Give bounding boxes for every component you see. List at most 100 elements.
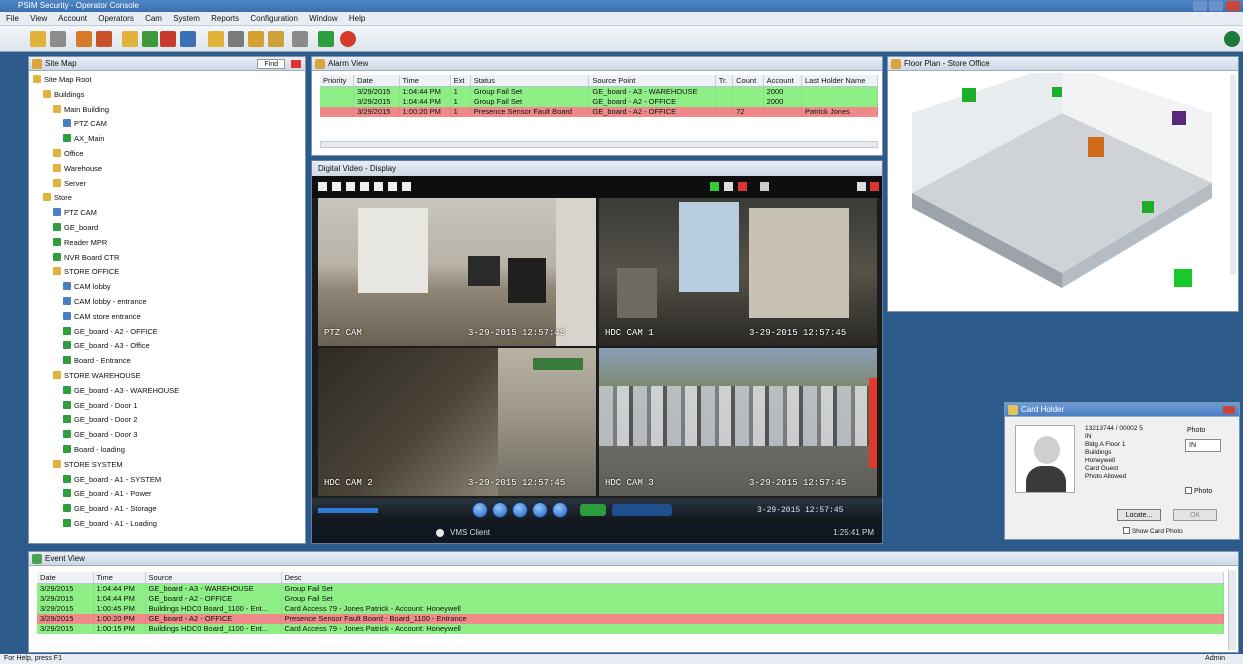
toolbar-stop-icon[interactable]: [340, 31, 356, 47]
layout-5-icon[interactable]: [374, 182, 383, 191]
ok-button[interactable]: OK: [1173, 509, 1217, 521]
toolbar-door-icon[interactable]: [96, 31, 112, 47]
layout-6-icon[interactable]: [388, 182, 397, 191]
tree-node[interactable]: GE_board - Door 1: [63, 400, 137, 411]
toolbar-list-icon[interactable]: [268, 31, 284, 47]
column-header[interactable]: Desc: [281, 572, 1224, 584]
toolbar-alarm-icon[interactable]: [160, 31, 176, 47]
column-header[interactable]: Source Point: [588, 75, 716, 87]
tree-node[interactable]: Site Map Root: [33, 75, 92, 85]
column-header[interactable]: Time: [93, 572, 146, 584]
column-header[interactable]: Account: [763, 75, 802, 87]
tree-node[interactable]: Warehouse: [53, 163, 102, 174]
tree-node[interactable]: STORE WAREHOUSE: [53, 371, 141, 381]
photo-checkbox[interactable]: Photo: [1185, 487, 1212, 495]
tree-node[interactable]: CAM lobby - entrance: [63, 297, 147, 307]
camera-tile-2[interactable]: HDC CAM 1 3-29-2015 12:57:45: [599, 198, 877, 346]
tree-node[interactable]: GE_board - A1 - SYSTEM: [63, 474, 161, 485]
step-forward-button[interactable]: [532, 502, 548, 518]
toolbar-users-icon[interactable]: [76, 31, 92, 47]
camera-tile-1[interactable]: PTZ CAM 3-29-2015 12:57:45: [318, 198, 596, 346]
tree-node[interactable]: GE_board - A1 - Storage: [63, 504, 157, 514]
toolbar-card-icon[interactable]: [208, 31, 224, 47]
tree-node[interactable]: GE_board: [53, 223, 98, 233]
step-back-button[interactable]: [492, 502, 508, 518]
tree-node[interactable]: GE_board - A3 - Office: [63, 341, 150, 351]
camera-tile-4[interactable]: HDC CAM 3 3-29-2015 12:57:45: [599, 348, 877, 496]
menu-configuration[interactable]: Configuration: [250, 14, 298, 23]
tree-node[interactable]: GE_board - Door 3: [63, 430, 137, 440]
fast-forward-button[interactable]: [552, 502, 568, 518]
tree-node[interactable]: Server: [53, 178, 86, 189]
live-button[interactable]: [580, 504, 606, 516]
toolbar-map-icon[interactable]: [142, 31, 158, 47]
alarm-video-icon[interactable]: [738, 182, 747, 191]
layout-2-icon[interactable]: [332, 182, 341, 191]
menu-window[interactable]: Window: [309, 14, 337, 23]
tree-node[interactable]: GE_board - A2 - OFFICE: [63, 326, 158, 337]
column-header[interactable]: Last Holder Name: [801, 75, 879, 87]
table-row[interactable]: 3/29/2015 1:04:44 PM 1 Group Fail Set GE_boa…: [320, 96, 879, 107]
column-header[interactable]: Source: [145, 572, 282, 584]
layout-4-icon[interactable]: [360, 182, 369, 191]
table-row[interactable]: 3/29/2015 1:04:44 PM GE_board - A2 - OFFIC…: [37, 593, 1224, 604]
tree-node[interactable]: CAM lobby: [63, 282, 111, 292]
toolbar-folder-icon[interactable]: [30, 31, 46, 47]
tree-node[interactable]: Main Building: [53, 104, 109, 115]
tree-node[interactable]: STORE OFFICE: [53, 267, 119, 277]
tree-node[interactable]: AX_Main: [63, 134, 104, 144]
tree-node[interactable]: NVR Board CTR: [53, 252, 119, 263]
table-row[interactable]: 3/29/2015 1:00:45 PM Buildings HDC0 Board_…: [37, 603, 1224, 614]
column-header[interactable]: Tr.: [715, 75, 734, 87]
column-header[interactable]: Date: [37, 572, 94, 584]
tree-node[interactable]: Office: [53, 149, 83, 159]
toolbar-print-icon[interactable]: [292, 31, 308, 47]
tree-node[interactable]: STORE SYSTEM: [53, 459, 123, 470]
toolbar-video-icon[interactable]: [318, 31, 334, 47]
close-video-icon[interactable]: [870, 182, 879, 191]
tree-node[interactable]: GE_board - A3 - WAREHOUSE: [63, 385, 179, 396]
menu-operators[interactable]: Operators: [98, 14, 134, 23]
floor-plan-scrollbar[interactable]: [1230, 75, 1236, 275]
column-header[interactable]: Count: [732, 75, 764, 87]
column-header[interactable]: Time: [399, 75, 451, 87]
column-header[interactable]: Ext: [450, 75, 471, 87]
tree-node[interactable]: Reader MPR: [53, 237, 107, 248]
timeline-slider[interactable]: [318, 508, 378, 513]
layout-1-icon[interactable]: [318, 182, 327, 191]
play-button[interactable]: [512, 502, 528, 518]
tree-node[interactable]: Board - Entrance: [63, 356, 131, 366]
snapshot-icon[interactable]: [724, 182, 733, 191]
tree-node[interactable]: GE_board - A1 - Loading: [63, 519, 157, 529]
table-row[interactable]: 3/29/2015 1:00:15 PM Buildings HDC0 Board_…: [37, 623, 1224, 634]
menu-help[interactable]: Help: [349, 14, 365, 23]
tree-node[interactable]: GE_board - A1 - Power: [63, 489, 152, 499]
minimize-button[interactable]: [1193, 1, 1207, 11]
site-map-close-icon[interactable]: [291, 60, 301, 68]
menu-cam[interactable]: Cam: [145, 14, 162, 23]
card-holder-close-icon[interactable]: [1223, 406, 1235, 414]
event-scrollbar[interactable]: [1228, 570, 1236, 650]
close-button[interactable]: [1226, 1, 1240, 11]
menu-account[interactable]: Account: [58, 14, 87, 23]
layout-3-icon[interactable]: [346, 182, 355, 191]
alarm-scrollbar[interactable]: [320, 141, 878, 148]
toolbar-grid-icon[interactable]: [50, 31, 66, 47]
settings-icon[interactable]: [760, 182, 769, 191]
toolbar-monitor-icon[interactable]: [180, 31, 196, 47]
toolbar-report-icon[interactable]: [122, 31, 138, 47]
fullscreen-icon[interactable]: [857, 182, 866, 191]
camera-tile-3[interactable]: HDC CAM 2 3-29-2015 12:57:45: [318, 348, 596, 496]
tree-node[interactable]: GE_board - Door 2: [63, 415, 137, 425]
toolbar-camera-icon[interactable]: [228, 31, 244, 47]
tree-node[interactable]: Store: [43, 193, 72, 203]
tree-node[interactable]: PTZ CAM: [63, 119, 107, 129]
menu-reports[interactable]: Reports: [211, 14, 239, 23]
tree-node[interactable]: CAM store entrance: [63, 311, 141, 322]
toolbar-lock-icon[interactable]: [248, 31, 264, 47]
tree-node[interactable]: Buildings: [43, 89, 84, 100]
table-row[interactable]: 3/29/2015 1:04:44 PM GE_board - A3 - WAREH…: [37, 583, 1224, 594]
menu-view[interactable]: View: [30, 14, 47, 23]
photo-field-select[interactable]: IN: [1185, 439, 1221, 452]
layout-7-icon[interactable]: [402, 182, 411, 191]
